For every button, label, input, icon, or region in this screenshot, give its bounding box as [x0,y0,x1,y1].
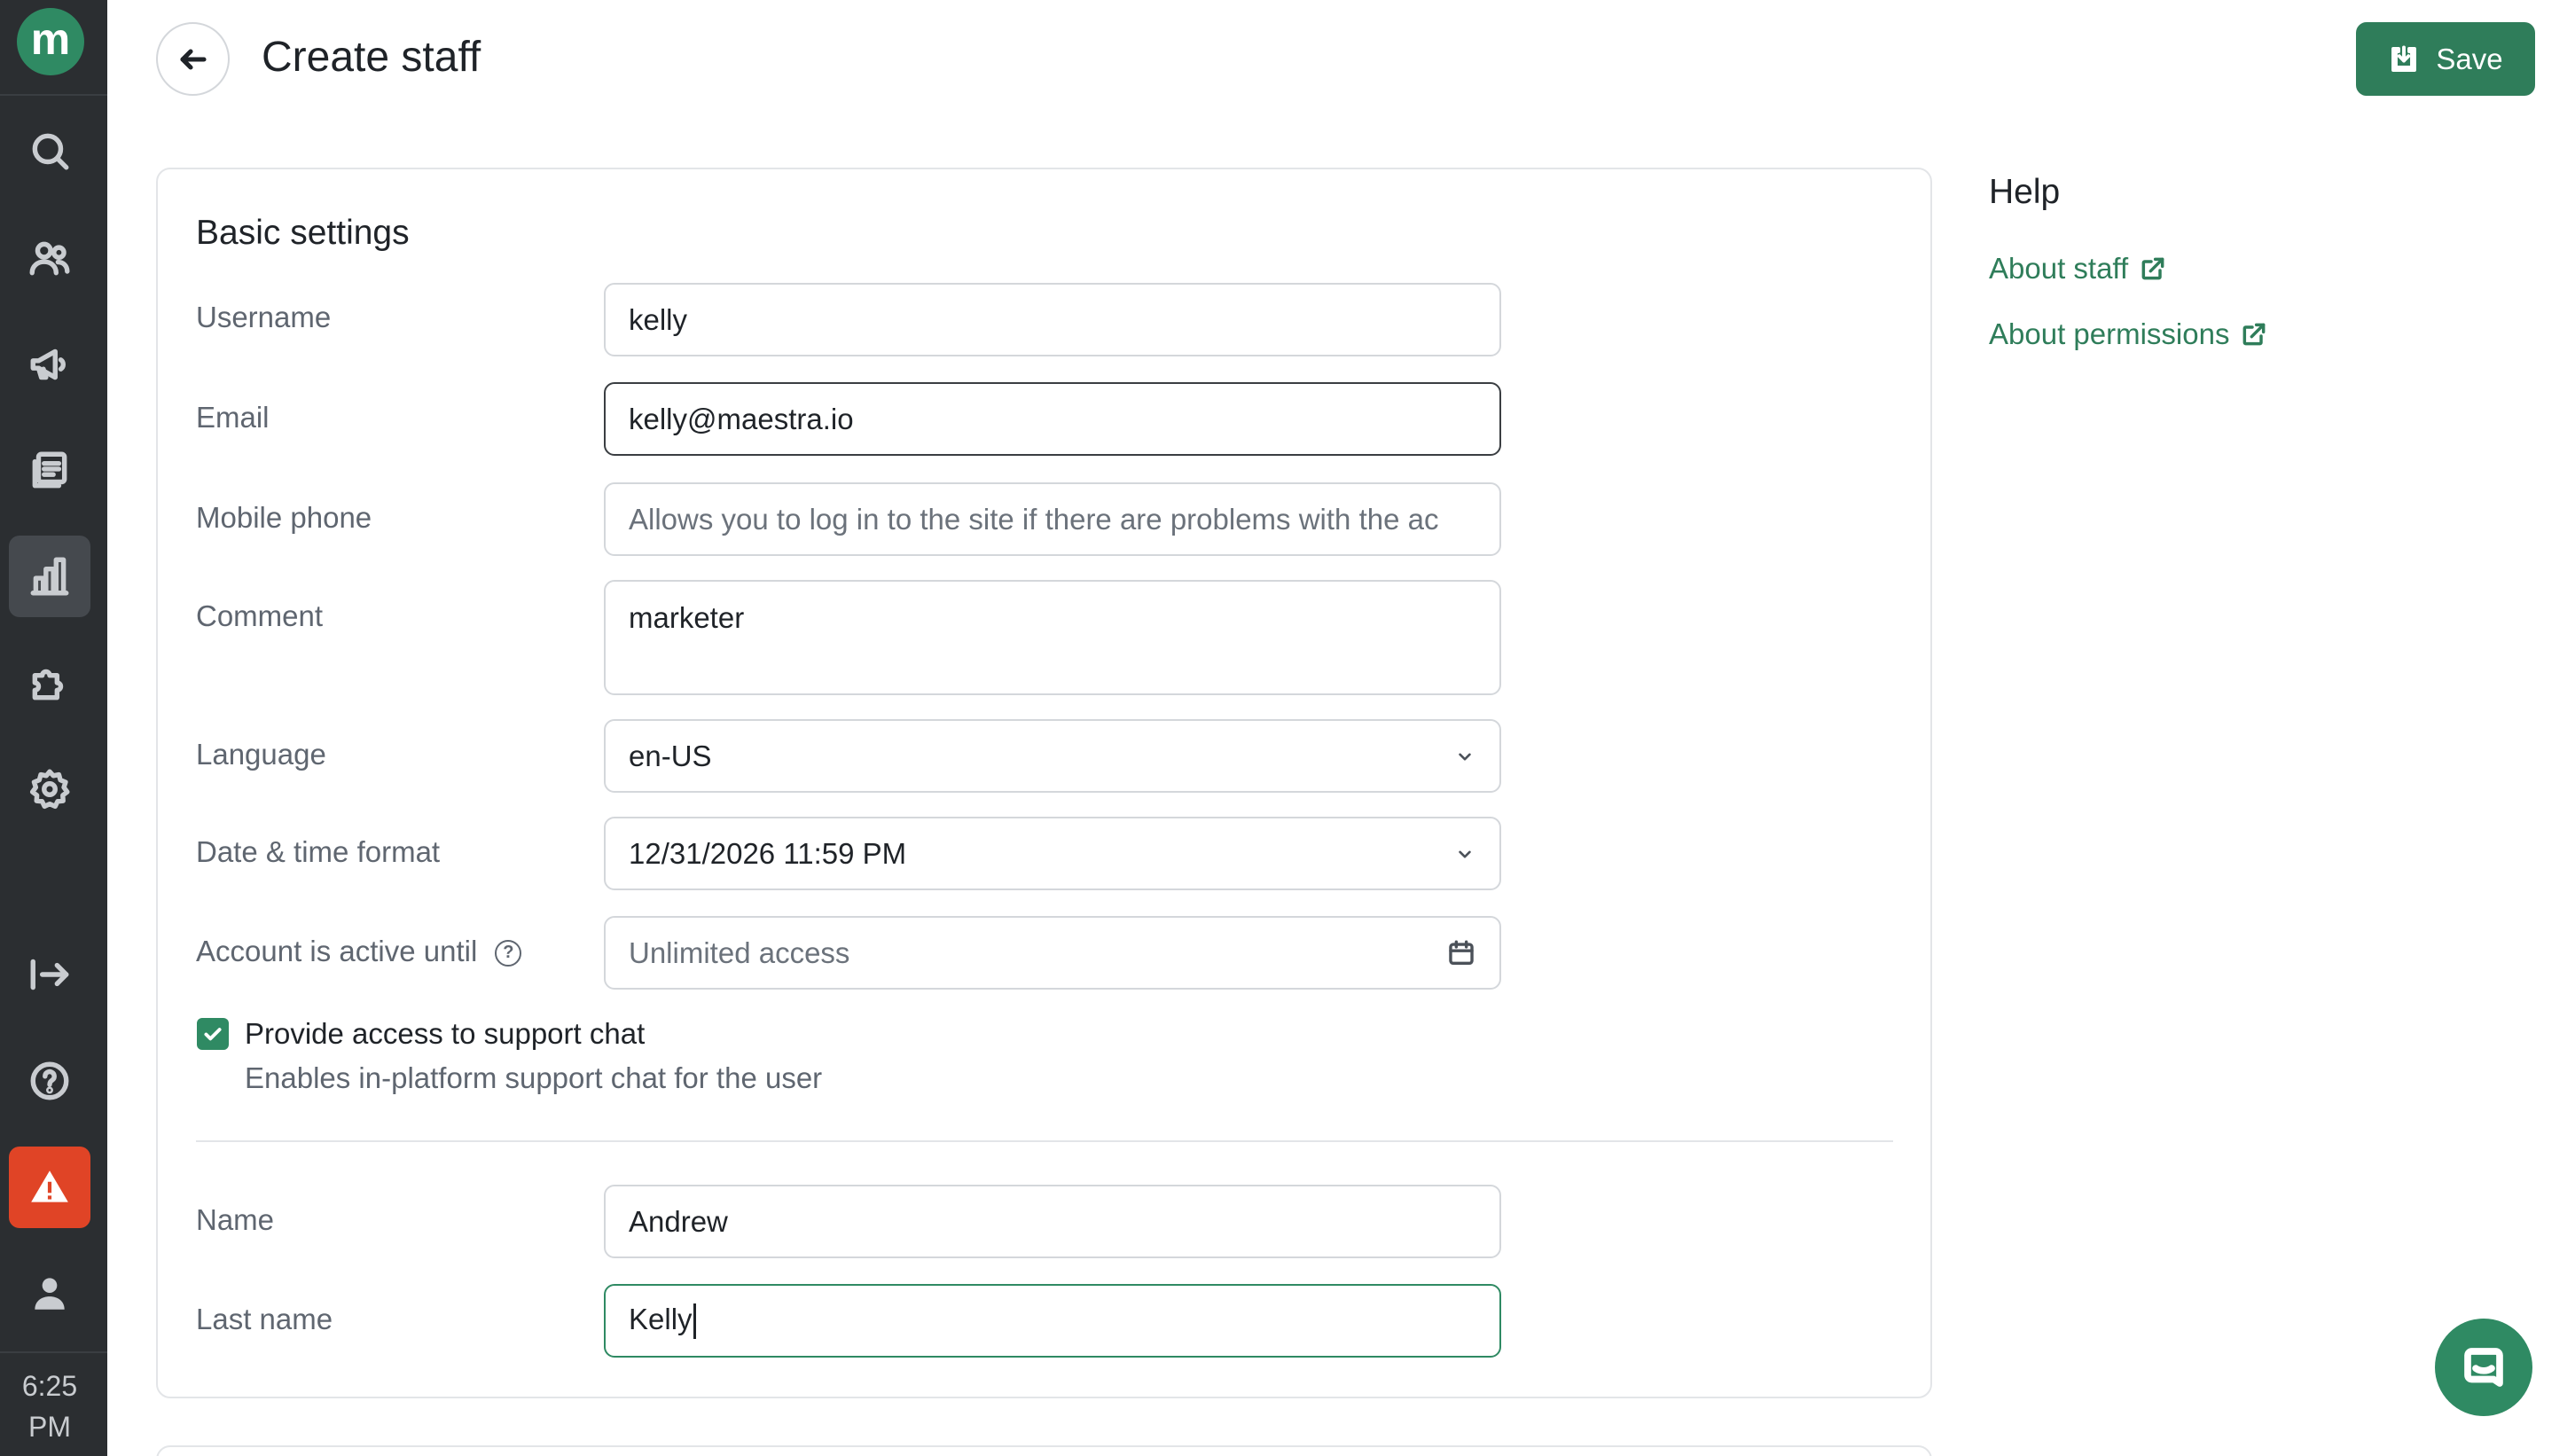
account-active-until-datepicker[interactable]: Unlimited access [604,916,1501,990]
last-name-input[interactable]: Kelly [604,1284,1501,1358]
question-circle-icon[interactable]: ? [495,940,522,967]
sidebar-item-campaigns[interactable] [9,324,90,405]
analytics-icon [30,557,69,596]
user-icon [35,1278,65,1310]
section-divider [196,1140,1893,1142]
next-section-card [156,1445,1932,1456]
name-input[interactable]: Andrew [604,1185,1501,1258]
about-staff-label: About staff [1989,252,2129,285]
help-title: Help [1989,173,2061,211]
back-button[interactable] [156,22,230,96]
name-value: Andrew [629,1204,728,1238]
about-permissions-label: About permissions [1989,317,2230,350]
sidebar-item-search[interactable] [9,110,90,192]
email-label: Email [196,401,270,434]
sidebar-item-analytics[interactable] [9,536,90,617]
name-label: Name [196,1203,275,1236]
language-value: en-US [629,739,712,772]
comment-value: marketer [629,601,745,634]
last-name-value: Kelly [629,1302,693,1335]
section-title: Basic settings [196,214,410,252]
account-active-until-label-text: Account is active until [196,935,478,967]
support-chat-checkbox[interactable] [197,1018,229,1050]
page-title: Create staff [262,34,481,81]
sidebar-item-customers[interactable] [9,217,90,299]
last-name-label: Last name [196,1303,333,1335]
language-label: Language [196,738,326,771]
comment-textarea[interactable]: marketer [604,580,1501,695]
clock-time: 6:25 [21,1370,78,1402]
sidebar: m 6:25 PM [0,0,107,1456]
calendar-icon [1449,940,1474,965]
clock-meridiem: PM [28,1411,71,1443]
date-time-format-value: 12/31/2026 11:59 PM [629,836,907,870]
warning-icon [31,1170,68,1202]
sidebar-item-help[interactable] [9,1040,90,1122]
mobile-phone-placeholder: Allows you to log in to the site if ther… [629,502,1439,536]
clock: 6:25 PM [0,1366,99,1447]
sidebar-divider [0,1351,107,1353]
support-chat-description: Enables in-platform support chat for the… [245,1061,823,1094]
support-chat-launcher[interactable] [2435,1319,2532,1416]
chevron-down-icon [1459,753,1471,761]
email-value: kelly@maestra.io [629,402,854,435]
chat-icon [2464,1348,2503,1387]
account-active-until-placeholder: Unlimited access [629,935,850,969]
sidebar-item-settings[interactable] [9,748,90,830]
users-icon [29,241,70,276]
checkmark-icon [204,1028,222,1041]
account-active-until-label: Account is active until? [196,932,522,971]
sidebar-item-collapse[interactable] [9,934,90,1015]
sidebar-item-integrations[interactable] [9,642,90,724]
date-time-format-select[interactable]: 12/31/2026 11:59 PM [604,817,1501,890]
sidebar-item-profile[interactable] [9,1252,90,1334]
chevron-down-icon [1459,850,1471,858]
search-icon [32,133,69,170]
username-input[interactable]: kelly [604,283,1501,356]
text-caret [693,1303,696,1340]
username-label: Username [196,301,332,333]
arrow-left-icon [179,48,207,70]
external-link-icon [2141,257,2164,280]
about-staff-link[interactable]: About staff [1989,249,2167,288]
sidebar-item-alerts[interactable] [9,1147,90,1228]
documents-icon [32,451,67,489]
about-permissions-link[interactable]: About permissions [1989,315,2268,354]
external-link-icon [2243,323,2266,346]
app-logo[interactable]: m [17,8,84,75]
username-value: kelly [629,302,688,336]
gear-icon [29,769,70,810]
help-icon [30,1061,69,1100]
email-input[interactable]: kelly@maestra.io [604,382,1501,456]
sidebar-item-content[interactable] [9,430,90,512]
megaphone-icon [30,348,66,380]
support-chat-label[interactable]: Provide access to support chat [245,1014,645,1053]
language-select[interactable]: en-US [604,719,1501,793]
last-name-value-wrapper: Kelly [629,1302,1476,1340]
logout-icon [30,959,69,990]
save-button[interactable]: Save [2356,22,2535,96]
save-icon [2391,45,2417,72]
sidebar-divider [0,94,107,96]
save-button-label: Save [2436,42,2503,75]
date-time-format-label: Date & time format [196,835,441,868]
mobile-phone-input[interactable]: Allows you to log in to the site if ther… [604,482,1501,556]
puzzle-icon [32,669,64,701]
mobile-phone-label: Mobile phone [196,501,372,534]
comment-label: Comment [196,599,324,632]
